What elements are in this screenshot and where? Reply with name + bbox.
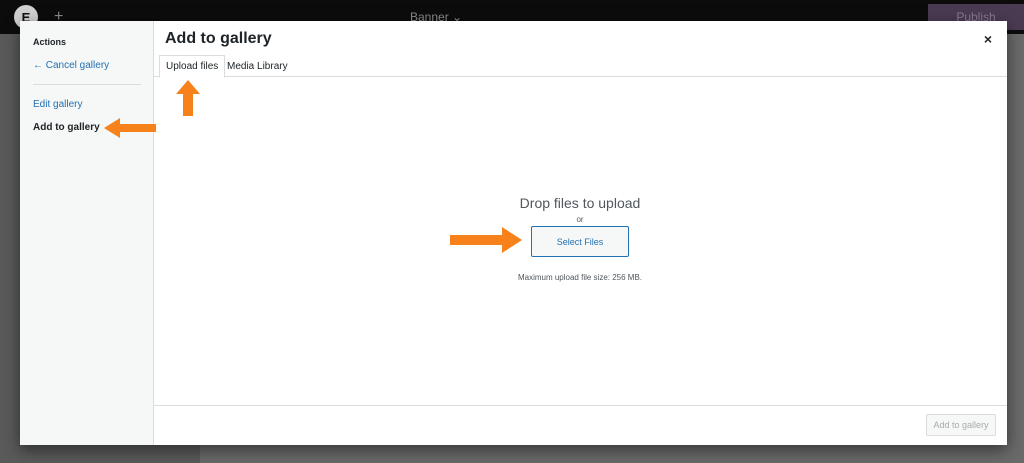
add-to-gallery-link[interactable]: Add to gallery: [33, 122, 100, 133]
or-text: or: [576, 215, 584, 224]
select-files-button[interactable]: Select Files: [531, 226, 629, 257]
upload-area: Drop files to upload or Select Files Max…: [154, 77, 1007, 405]
add-to-gallery-button[interactable]: Add to gallery: [926, 414, 996, 436]
left-arrow-annotation-icon: [104, 118, 156, 138]
menu-separator: [33, 84, 141, 85]
tab-upload-files[interactable]: Upload files: [159, 55, 226, 78]
edit-gallery-link[interactable]: Edit gallery: [33, 99, 82, 110]
modal-tabs: Upload files Media Library: [154, 55, 1007, 78]
max-upload-size-text: Maximum upload file size: 256 MB.: [517, 273, 643, 282]
modal-menu: Actions ← Cancel gallery Edit gallery Ad…: [20, 21, 154, 445]
tab-media-library[interactable]: Media Library: [221, 55, 294, 77]
right-arrow-annotation-icon: [450, 227, 522, 253]
drop-files-text: Drop files to upload: [519, 195, 641, 211]
up-arrow-annotation-icon: [176, 80, 200, 116]
modal-toolbar: Add to gallery: [154, 405, 1007, 445]
cancel-gallery-link[interactable]: ← Cancel gallery: [33, 60, 109, 71]
menu-heading: Actions: [33, 37, 67, 47]
modal-title: Add to gallery: [165, 30, 272, 47]
close-icon[interactable]: ×: [978, 29, 998, 49]
